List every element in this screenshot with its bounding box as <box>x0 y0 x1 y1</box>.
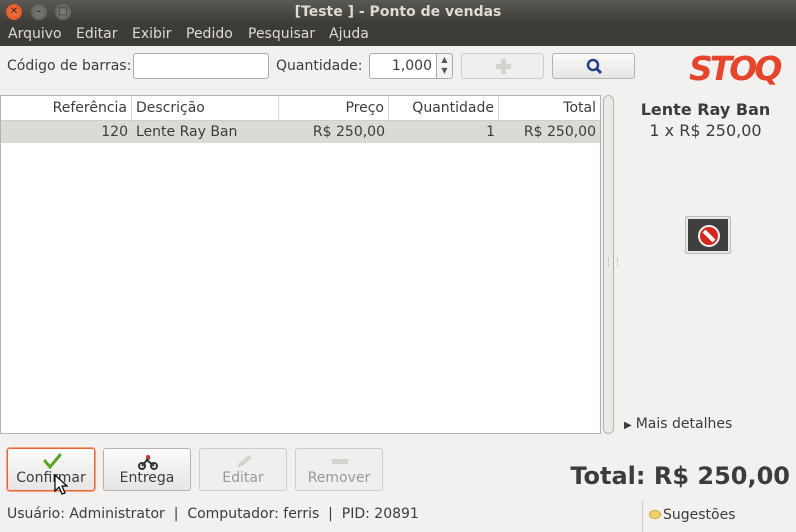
cell-reference: 120 <box>101 124 128 140</box>
table-row[interactable]: 120 Lente Ray Ban R$ 250,00 1 R$ 250,00 <box>1 121 600 143</box>
menu-pedido[interactable]: Pedido <box>186 26 233 42</box>
more-details-expander[interactable]: ▶ Mais detalhes <box>624 416 732 432</box>
column-header-total[interactable]: Total <box>499 96 600 121</box>
sale-total: Total: R$ 250,00 <box>570 462 790 490</box>
barcode-input[interactable] <box>133 53 269 79</box>
delivery-button[interactable]: Entrega <box>103 448 191 491</box>
minus-icon <box>332 459 348 464</box>
menu-editar[interactable]: Editar <box>76 26 117 42</box>
window-title: [Teste ] - Ponto de vendas <box>294 4 502 20</box>
pencil-icon <box>237 455 252 468</box>
cell-price: R$ 250,00 <box>312 124 385 140</box>
quantity-label: Quantidade: <box>276 58 363 74</box>
confirm-button[interactable]: Confirmar <box>7 448 95 491</box>
plus-icon <box>496 59 511 74</box>
confirm-label: Confirmar <box>16 470 86 486</box>
menu-exibir[interactable]: Exibir <box>132 26 172 42</box>
remove-button[interactable]: Remover <box>295 448 383 491</box>
product-quantity-price: 1 x R$ 250,00 <box>649 121 762 140</box>
cell-total: R$ 250,00 <box>523 124 596 140</box>
title-bar: ✕ – □ [Teste ] - Ponto de vendas <box>0 0 796 24</box>
column-header-quantity[interactable]: Quantidade <box>389 96 499 121</box>
menu-bar: Arquivo Editar Exibir Pedido Pesquisar A… <box>0 24 796 46</box>
magnifier-icon <box>586 58 603 75</box>
mouse-cursor-icon <box>54 474 68 495</box>
stoq-logo: STOQ <box>689 49 782 88</box>
quantity-input[interactable] <box>369 53 437 79</box>
cell-quantity: 1 <box>486 124 495 140</box>
no-image-icon <box>685 216 731 254</box>
column-header-description[interactable]: Descrição <box>132 96 279 121</box>
add-item-button[interactable] <box>461 53 544 79</box>
cell-description: Lente Ray Ban <box>136 124 238 140</box>
column-header-reference[interactable]: Referência <box>1 96 132 121</box>
search-button[interactable] <box>552 53 635 79</box>
quantity-stepper[interactable]: ▲ ▼ <box>437 53 453 79</box>
pane-resize-handle[interactable]: ⋮⋮ <box>604 258 622 268</box>
menu-ajuda[interactable]: Ajuda <box>329 26 369 42</box>
barcode-label: Código de barras: <box>7 58 132 74</box>
edit-button[interactable]: Editar <box>199 448 287 491</box>
menu-arquivo[interactable]: Arquivo <box>8 26 62 42</box>
remove-label: Remover <box>307 470 371 486</box>
items-table: Referência Descrição Preço Quantidade To… <box>0 95 601 434</box>
speech-bubble-icon <box>649 510 661 519</box>
suggestions-button[interactable]: Sugestões <box>642 500 742 532</box>
menu-pesquisar[interactable]: Pesquisar <box>248 26 315 42</box>
status-text: Usuário: Administrator | Computador: fer… <box>7 506 419 522</box>
delivery-label: Entrega <box>119 470 175 486</box>
column-header-price[interactable]: Preço <box>279 96 389 121</box>
suggestions-label: Sugestões <box>663 507 736 523</box>
checkmark-icon <box>43 453 62 470</box>
triangle-right-icon: ▶ <box>624 420 632 431</box>
table-header: Referência Descrição Preço Quantidade To… <box>1 96 600 121</box>
edit-label: Editar <box>222 470 264 486</box>
product-name: Lente Ray Ban <box>640 100 771 119</box>
motorcycle-icon <box>138 455 158 470</box>
more-details-label: Mais detalhes <box>635 416 733 432</box>
